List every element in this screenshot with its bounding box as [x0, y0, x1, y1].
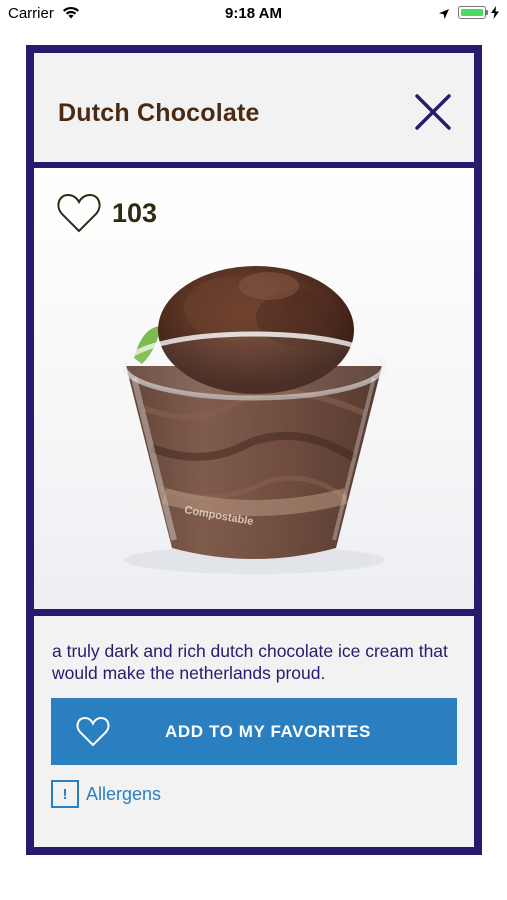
product-card: Dutch Chocolate Compostable 103 a truly …	[26, 45, 482, 855]
battery-tip	[486, 10, 488, 15]
clock: 9:18 AM	[225, 5, 282, 22]
product-description: a truly dark and rich dutch chocolate ic…	[52, 641, 448, 683]
allergens-link[interactable]: ! Allergens	[51, 779, 161, 809]
likes-display: 103	[56, 190, 157, 236]
add-to-favorites-label: ADD TO MY FAVORITES	[165, 722, 371, 741]
location-icon	[438, 7, 450, 25]
close-button[interactable]	[412, 91, 454, 133]
battery-icon	[458, 6, 486, 19]
card-header: Dutch Chocolate	[34, 53, 474, 162]
like-count: 103	[112, 197, 158, 228]
status-bar: Carrier 9:18 AM	[0, 0, 507, 28]
product-photo: Compostable 103	[34, 168, 474, 609]
heart-outline-icon[interactable]	[56, 192, 102, 234]
charging-icon	[491, 6, 499, 24]
allergen-warning-icon: !	[51, 780, 79, 808]
close-icon	[415, 94, 451, 130]
details-panel: a truly dark and rich dutch chocolate ic…	[34, 616, 474, 847]
product-title: Dutch Chocolate	[58, 99, 260, 127]
add-to-favorites-button[interactable]: ADD TO MY FAVORITES	[51, 698, 457, 765]
allergens-label: Allergens	[86, 783, 162, 804]
